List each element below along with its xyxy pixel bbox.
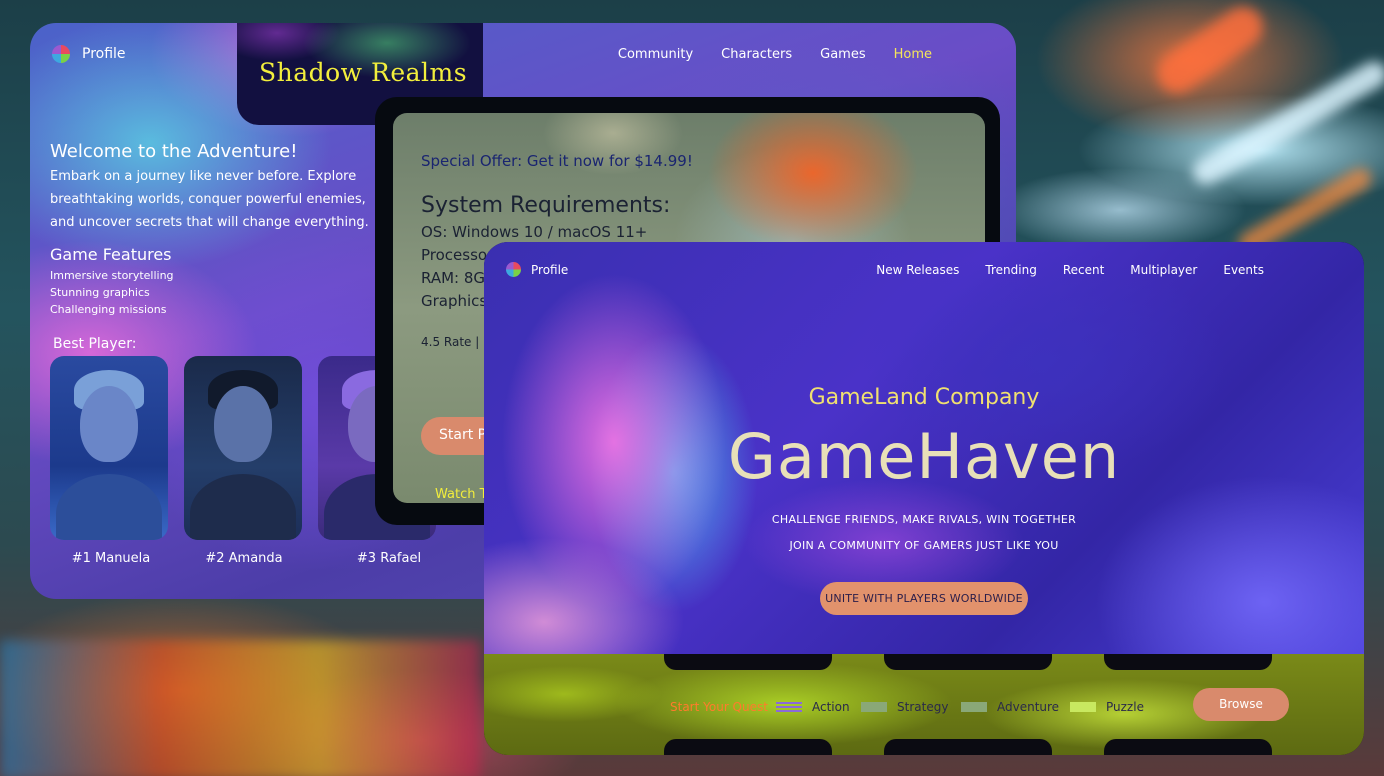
player-name: #2 Amanda (205, 551, 283, 566)
unite-players-button[interactable]: UNITE WITH PLAYERS WORLDWIDE (820, 582, 1028, 615)
features-heading: Game Features (50, 245, 172, 264)
profile-avatar-icon (506, 262, 521, 277)
gamehaven-window: Profile New Releases Trending Recent Mul… (484, 242, 1364, 755)
bg-light-streak (1149, 0, 1271, 101)
features-list: Immersive storytelling Stunning graphics… (50, 267, 174, 318)
welcome-heading: Welcome to the Adventure! (50, 141, 298, 162)
nav-home[interactable]: Home (894, 47, 932, 62)
nav-trending[interactable]: Trending (985, 263, 1036, 277)
genre-puzzle[interactable]: Puzzle (1070, 700, 1144, 714)
nav-characters[interactable]: Characters (721, 47, 792, 62)
best-player-heading: Best Player: (53, 336, 137, 352)
feature-item: Challenging missions (50, 303, 167, 316)
start-quest-link[interactable]: Start Your Quest (670, 700, 768, 714)
special-offer-text: Special Offer: Get it now for $14.99! (421, 152, 693, 170)
player-card-amanda[interactable] (184, 356, 302, 540)
nav-community[interactable]: Community (618, 47, 693, 62)
notch-decor (1104, 654, 1272, 670)
nav-games[interactable]: Games (820, 47, 865, 62)
bg-board (0, 640, 480, 776)
nav-new-releases[interactable]: New Releases (876, 263, 959, 277)
genre-label: Puzzle (1106, 700, 1144, 714)
genre-label: Action (812, 700, 850, 714)
genre-swatch-icon (776, 702, 802, 712)
genre-swatch-icon (961, 702, 987, 712)
feature-item: Stunning graphics (50, 286, 150, 299)
player-body (56, 474, 162, 540)
main-nav: New Releases Trending Recent Multiplayer… (876, 263, 1264, 277)
notch-decor (884, 654, 1052, 670)
system-requirements-heading: System Requirements: (421, 193, 671, 218)
player-card-manuela[interactable] (50, 356, 168, 540)
hero-tagline: CHALLENGE FRIENDS, MAKE RIVALS, WIN TOGE… (771, 513, 1077, 526)
player-body (190, 474, 296, 540)
main-nav: Community Characters Games Home (618, 47, 932, 62)
player-name: #3 Rafael (356, 551, 422, 566)
nav-recent[interactable]: Recent (1063, 263, 1104, 277)
player-portrait (214, 386, 272, 462)
profile-label: Profile (531, 262, 569, 277)
genre-action[interactable]: Action (776, 700, 850, 714)
profile-link[interactable]: Profile (52, 45, 126, 63)
company-name: GameLand Company (808, 385, 1040, 410)
hero-tagline: JOIN A COMMUNITY OF GAMERS JUST LIKE YOU (789, 539, 1059, 552)
notch-decor (1104, 739, 1272, 755)
notch-decor (664, 654, 832, 670)
genre-strategy[interactable]: Strategy (861, 700, 948, 714)
nav-multiplayer[interactable]: Multiplayer (1130, 263, 1197, 277)
hero-section: Profile New Releases Trending Recent Mul… (484, 242, 1364, 654)
genre-label: Adventure (997, 700, 1060, 714)
notch-decor (664, 739, 832, 755)
notch-decor (884, 739, 1052, 755)
genre-label: Strategy (897, 700, 949, 714)
genre-swatch-icon (1070, 702, 1096, 712)
profile-label: Profile (82, 46, 126, 62)
genre-adventure[interactable]: Adventure (961, 700, 1059, 714)
player-portrait (80, 386, 138, 462)
feature-item: Immersive storytelling (50, 269, 174, 282)
welcome-text: Embark on a journey like never before. E… (50, 169, 369, 230)
hero-title: GameHaven (727, 420, 1121, 493)
profile-link[interactable]: Profile (506, 262, 568, 277)
nav-events[interactable]: Events (1223, 263, 1264, 277)
genre-swatch-icon (861, 702, 887, 712)
browse-button[interactable]: Browse (1193, 688, 1289, 721)
profile-avatar-icon (52, 45, 70, 63)
player-name: #1 Manuela (71, 551, 151, 566)
brand-title: Shadow Realms (259, 58, 468, 87)
requirement-os: OS: Windows 10 / macOS 11+ (421, 223, 648, 241)
genre-bar: Start Your Quest Action Strategy Adventu… (484, 654, 1364, 755)
